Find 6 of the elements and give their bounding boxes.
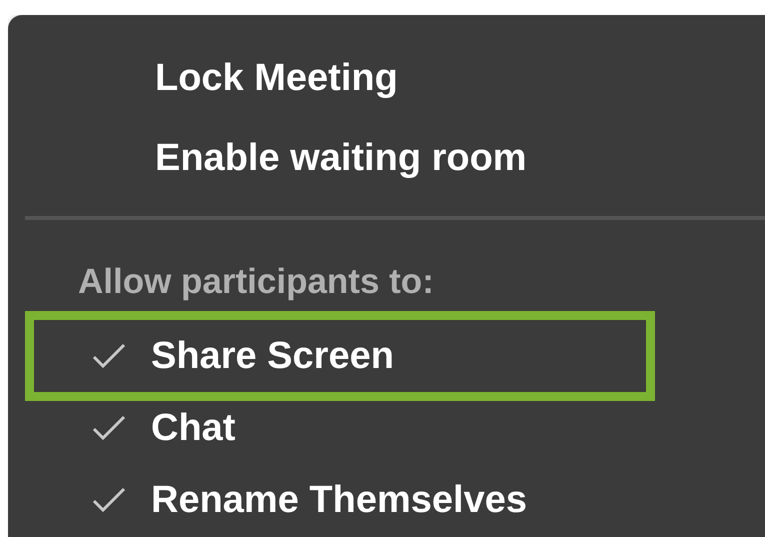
menu-item[interactable]: Enable waiting room — [8, 118, 765, 198]
menu-item[interactable]: Share Screen — [34, 320, 646, 392]
menu-item[interactable]: Rename Themselves — [34, 464, 646, 536]
section-heading: Allow participants to: — [77, 261, 435, 303]
menu-item[interactable]: Chat — [34, 392, 646, 464]
menu-item[interactable]: Lock Meeting — [8, 38, 765, 118]
